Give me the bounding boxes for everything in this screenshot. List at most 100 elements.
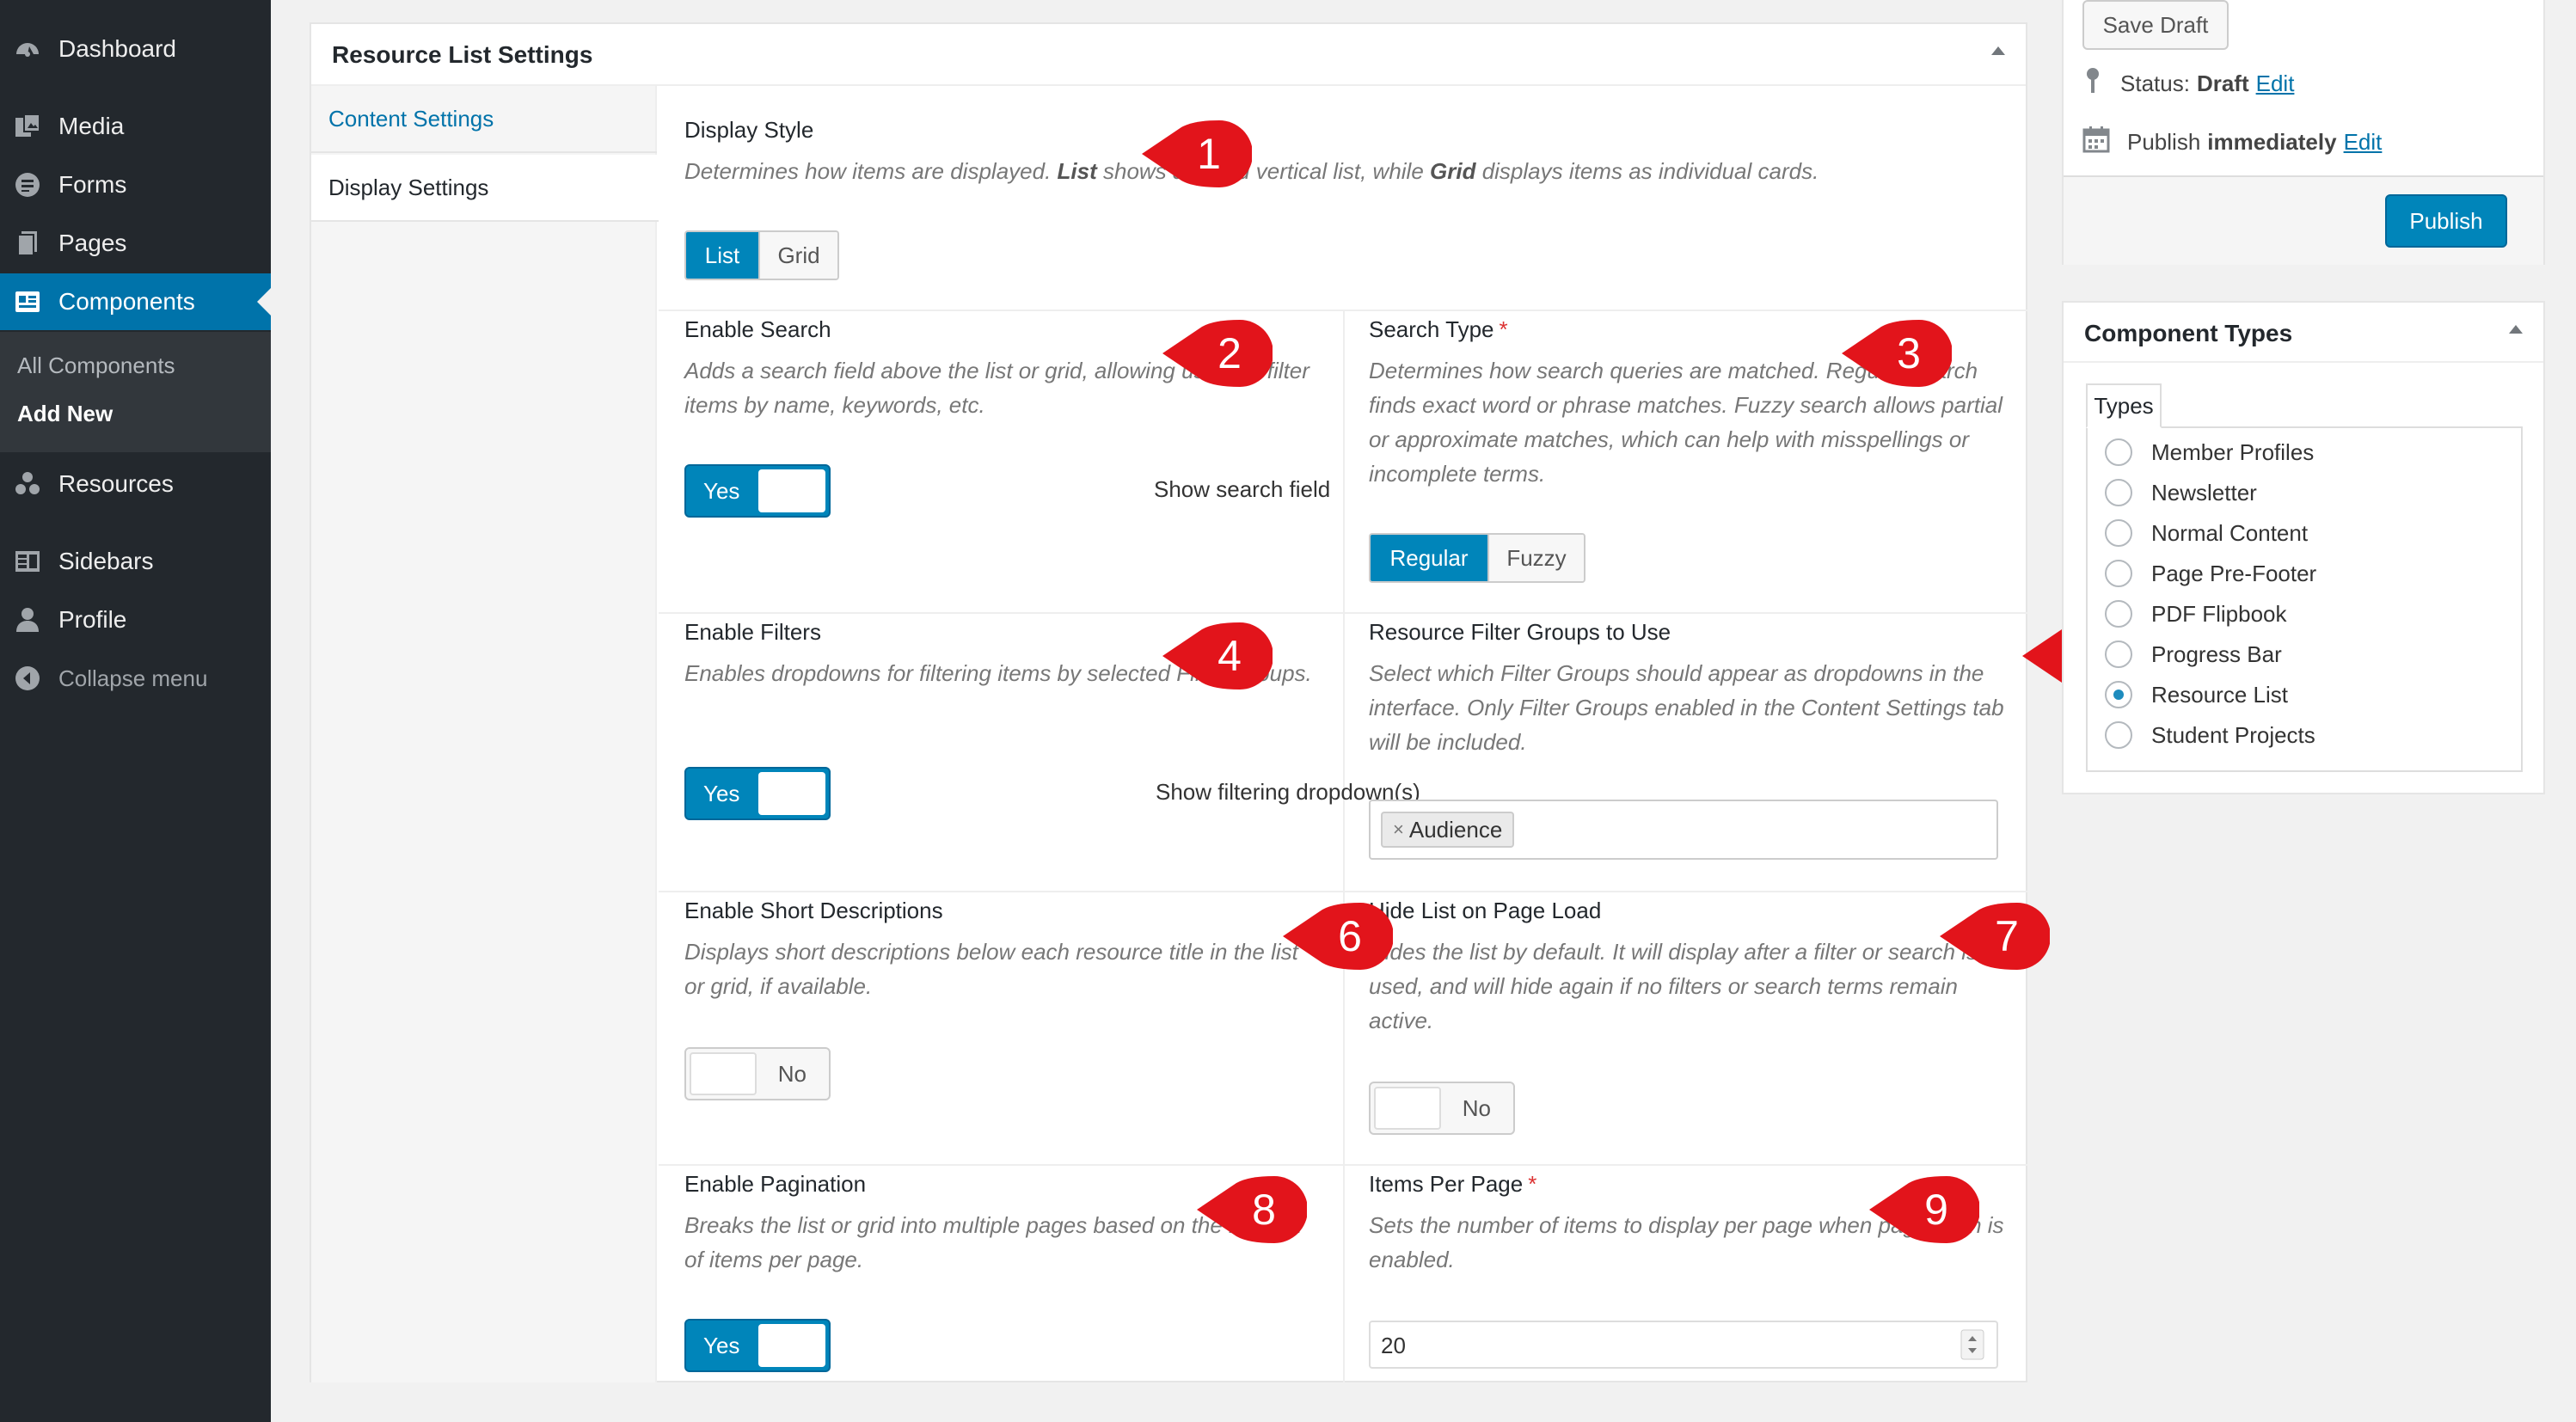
radio-button-checked[interactable] xyxy=(2105,681,2132,708)
radio-button[interactable] xyxy=(2105,560,2132,587)
search-type-label: Search Type xyxy=(1369,316,1494,342)
components-icon xyxy=(12,286,43,317)
display-style-label: Display Style xyxy=(684,117,814,143)
toggle-knob xyxy=(758,1324,825,1367)
collapse-toggle-icon[interactable] xyxy=(2509,325,2523,334)
sidebar-item-label: Forms xyxy=(58,171,127,198)
toggle-knob xyxy=(690,1052,757,1095)
short-descriptions-description: Displays short descriptions below each r… xyxy=(684,939,1298,999)
chip-label: Audience xyxy=(1408,816,1503,843)
collapse-icon xyxy=(12,663,43,694)
tab-content-settings[interactable]: Content Settings xyxy=(311,86,657,153)
enable-filters-label: Enable Filters xyxy=(684,619,821,645)
display-style-field: Display Style Determines how items are d… xyxy=(684,117,2009,188)
publish-box: Save Draft Status: Draft Edit Publish im… xyxy=(2062,0,2545,265)
callout-badge-4: 4 xyxy=(1161,622,1273,690)
short-descriptions-field: Enable Short Descriptions Displays short… xyxy=(684,898,1321,1003)
admin-sidebar: Dashboard Media Forms Pages Components A… xyxy=(0,0,271,1422)
radio-button[interactable] xyxy=(2105,479,2132,506)
filter-groups-select[interactable]: × Audience xyxy=(1369,800,1998,860)
component-types-title: Component Types xyxy=(2084,320,2293,346)
dashboard-icon xyxy=(12,34,43,64)
sidebar-item-resources[interactable]: Resources xyxy=(0,456,271,512)
status-value: Draft xyxy=(2196,70,2249,96)
component-types-box: Component Types Types Member Profiles Ne… xyxy=(2062,301,2545,794)
callout-badge-1: 1 xyxy=(1140,120,1252,187)
svg-text:9: 9 xyxy=(1924,1186,1948,1234)
callout-badge-8: 8 xyxy=(1195,1176,1307,1243)
publish-button[interactable]: Publish xyxy=(2385,194,2507,248)
resource-list-settings-box: Resource List Settings Content Settings … xyxy=(310,22,2132,1382)
pin-icon xyxy=(2082,67,2103,101)
publish-actions: Publish xyxy=(2064,175,2543,265)
filter-group-chip[interactable]: × Audience xyxy=(1381,812,1515,848)
radio-button[interactable] xyxy=(2105,519,2132,547)
calendar-icon xyxy=(2082,126,2110,159)
edit-publish-time-link[interactable]: Edit xyxy=(2344,129,2383,156)
type-option-student-projects[interactable]: Student Projects xyxy=(2105,721,2315,749)
type-option-member-profiles[interactable]: Member Profiles xyxy=(2105,438,2314,466)
radio-button[interactable] xyxy=(2105,438,2132,466)
submenu-item-all-components[interactable]: All Components xyxy=(17,352,175,379)
radio-button[interactable] xyxy=(2105,721,2132,749)
sidebar-item-profile[interactable]: Profile xyxy=(0,591,271,648)
settings-box-title: Resource List Settings xyxy=(332,41,593,68)
chip-remove-icon[interactable]: × xyxy=(1393,818,1404,841)
sidebar-item-label: Dashboard xyxy=(58,35,176,62)
svg-text:8: 8 xyxy=(1252,1186,1276,1234)
search-type-button-group: Regular Fuzzy xyxy=(1369,533,1585,583)
short-descriptions-toggle[interactable]: No xyxy=(684,1047,831,1100)
display-style-grid-button[interactable]: Grid xyxy=(758,232,837,279)
collapse-toggle-icon[interactable] xyxy=(1991,46,2005,55)
settings-box-header: Resource List Settings xyxy=(311,24,2026,86)
sidebar-item-sidebars[interactable]: Sidebars xyxy=(0,533,271,590)
tab-types[interactable]: Types xyxy=(2086,383,2162,428)
type-option-resource-list[interactable]: Resource List xyxy=(2105,681,2288,708)
sidebar-item-label: Sidebars xyxy=(58,548,154,574)
pages-icon xyxy=(12,228,43,259)
toggle-state-text: Yes xyxy=(703,1332,740,1358)
items-per-page-value: 20 xyxy=(1381,1333,1406,1358)
search-type-regular-button[interactable]: Regular xyxy=(1371,535,1487,581)
radio-button[interactable] xyxy=(2105,641,2132,668)
required-asterisk: * xyxy=(1528,1171,1537,1197)
short-descriptions-label: Enable Short Descriptions xyxy=(684,898,943,923)
filter-groups-description: Select which Filter Groups should appear… xyxy=(1369,660,2004,755)
hide-list-label: Hide List on Page Load xyxy=(1369,898,1602,923)
settings-tab-nav: Content Settings Display Settings xyxy=(311,86,659,1382)
edit-status-link[interactable]: Edit xyxy=(2256,70,2295,97)
display-style-list-button[interactable]: List xyxy=(686,232,758,279)
sidebar-item-pages[interactable]: Pages xyxy=(0,215,271,272)
items-per-page-input[interactable]: 20 xyxy=(1369,1321,1998,1369)
collapse-menu-button[interactable]: Collapse menu xyxy=(0,650,271,707)
components-submenu: All Components Add New xyxy=(0,332,271,452)
sidebar-item-media[interactable]: Media xyxy=(0,98,271,155)
radio-button[interactable] xyxy=(2105,600,2132,628)
hide-list-description: Hides the list by default. It will displ… xyxy=(1369,939,1978,1033)
enable-search-toggle[interactable]: Yes xyxy=(684,464,831,518)
save-draft-button[interactable]: Save Draft xyxy=(2082,0,2229,50)
callout-badge-9: 9 xyxy=(1868,1176,1979,1243)
type-option-newsletter[interactable]: Newsletter xyxy=(2105,479,2257,506)
svg-text:2: 2 xyxy=(1217,329,1242,377)
toggle-state-text: Yes xyxy=(703,780,740,806)
search-type-fuzzy-button[interactable]: Fuzzy xyxy=(1487,535,1584,581)
type-option-pdf-flipbook[interactable]: PDF Flipbook xyxy=(2105,600,2287,628)
type-option-page-pre-footer[interactable]: Page Pre-Footer xyxy=(2105,560,2316,587)
sidebar-item-dashboard[interactable]: Dashboard xyxy=(0,21,271,77)
sidebars-icon xyxy=(12,546,43,577)
pagination-toggle[interactable]: Yes xyxy=(684,1319,831,1372)
sidebar-item-label: Pages xyxy=(58,230,127,256)
number-spinner-icon[interactable] xyxy=(1960,1329,1984,1360)
hide-list-toggle[interactable]: No xyxy=(1369,1082,1515,1135)
type-option-normal-content[interactable]: Normal Content xyxy=(2105,519,2308,547)
tab-display-settings[interactable]: Display Settings xyxy=(311,155,659,222)
type-option-progress-bar[interactable]: Progress Bar xyxy=(2105,641,2282,668)
submenu-item-add-new[interactable]: Add New xyxy=(17,401,113,427)
enable-filters-toggle[interactable]: Yes xyxy=(684,767,831,820)
toggle-knob xyxy=(758,772,825,815)
sidebar-item-forms[interactable]: Forms xyxy=(0,156,271,213)
required-asterisk: * xyxy=(1499,316,1508,342)
sidebar-item-components[interactable]: Components xyxy=(0,273,271,330)
items-per-page-label: Items Per Page xyxy=(1369,1171,1524,1197)
